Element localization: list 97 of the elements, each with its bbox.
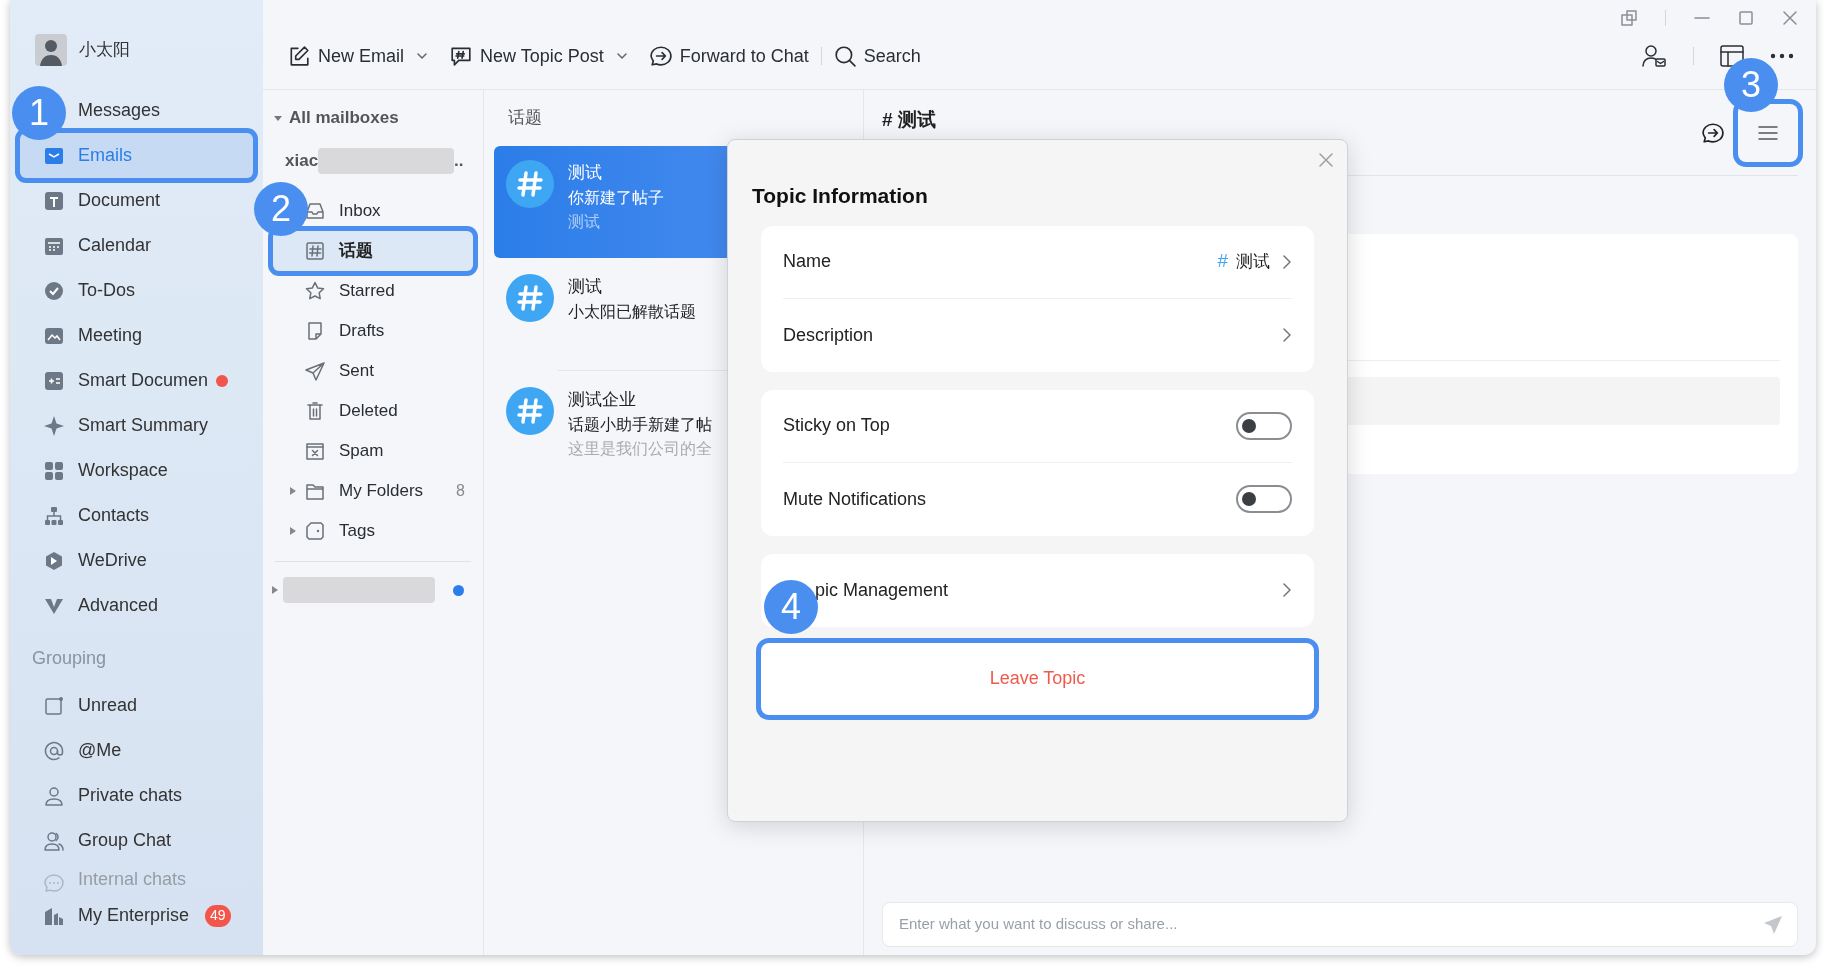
- section-title: All mailboxes: [289, 107, 399, 130]
- nav-item[interactable]: WeDrive: [20, 538, 253, 583]
- count-text: 8: [456, 481, 465, 501]
- folder-item[interactable]: Spam: [273, 431, 473, 471]
- contact-card-icon[interactable]: [1641, 44, 1667, 68]
- nav-item[interactable]: Private chats: [20, 773, 253, 818]
- section-label: Grouping: [31, 646, 108, 670]
- chat-title: # 测试: [882, 108, 936, 132]
- chat-bubble-icon: [44, 873, 64, 893]
- toolbar-button[interactable]: Search: [833, 42, 921, 70]
- toolbar-button[interactable]: New Email: [288, 42, 405, 70]
- folder-icon: [305, 481, 325, 501]
- at-sign-icon: [44, 740, 64, 761]
- ellipsis-text: ..: [454, 150, 464, 173]
- person-icon: [44, 785, 64, 806]
- close-icon[interactable]: [1782, 10, 1798, 26]
- topic-preview: 你新建了帖子: [568, 188, 664, 208]
- document-plus-icon: [44, 370, 64, 391]
- hash-avatar-icon: [506, 387, 554, 435]
- toggle-switch[interactable]: [1236, 485, 1292, 513]
- hash-avatar-icon: [506, 274, 554, 322]
- folder-item[interactable]: My Folders 8: [273, 471, 473, 511]
- forward-bubble-icon[interactable]: [1702, 121, 1724, 144]
- envelope-icon: [44, 145, 64, 166]
- chevron-button[interactable]: [1282, 328, 1292, 342]
- folder-item[interactable]: Starred: [273, 271, 473, 311]
- chevron-right-icon: [1282, 254, 1292, 269]
- column-title: 话题: [507, 107, 543, 130]
- nav-item[interactable]: Group Chat: [20, 818, 253, 863]
- row-value: 测试: [1236, 250, 1270, 273]
- spam-icon: [305, 441, 325, 461]
- sparkle-icon: [44, 415, 64, 436]
- menu-icon: [1758, 124, 1778, 141]
- topic-preview: 测试: [568, 212, 601, 232]
- topic-title: 测试: [568, 276, 603, 298]
- more-icon[interactable]: [1770, 53, 1794, 59]
- draft-icon: [305, 321, 325, 341]
- nav-item[interactable]: Document: [20, 178, 253, 223]
- row-label: Mute Notifications: [783, 487, 928, 511]
- calendar-icon: [44, 235, 64, 256]
- close-icon[interactable]: [1318, 152, 1334, 168]
- nav-item[interactable]: To-Dos: [20, 268, 253, 313]
- star-icon: [305, 281, 325, 301]
- search-icon: [833, 45, 856, 67]
- row-label: Description: [783, 323, 875, 347]
- buildings-icon: [44, 905, 64, 926]
- avatar-icon: [35, 34, 67, 66]
- chevron-button[interactable]: [1282, 254, 1292, 269]
- hash-avatar-icon: [506, 160, 554, 208]
- check-circle-icon: [44, 280, 64, 301]
- folder-item[interactable]: Tags: [273, 511, 473, 551]
- folder-item[interactable]: Sent: [273, 351, 473, 391]
- toolbar-button[interactable]: Forward to Chat: [649, 42, 809, 70]
- nav-item[interactable]: Calendar: [20, 223, 253, 268]
- forward-bubble-icon: [649, 45, 672, 67]
- nav-item[interactable]: Unread: [20, 683, 253, 728]
- trash-icon: [305, 401, 325, 421]
- nav-item[interactable]: @Me: [20, 728, 253, 773]
- send-icon: [305, 361, 325, 381]
- nav-item[interactable]: Advanced: [20, 583, 253, 628]
- folder-item[interactable]: Drafts: [273, 311, 473, 351]
- document-icon: [44, 190, 64, 211]
- pop-out-icon[interactable]: [1621, 10, 1637, 26]
- caret-icon: [271, 585, 279, 595]
- topic-preview: 这里是我们公司的全: [568, 439, 712, 459]
- toggle-switch[interactable]: [1236, 411, 1292, 440]
- chevron-right-icon: [1282, 328, 1292, 342]
- topic-preview: 小太阳已解散话题: [568, 302, 696, 322]
- nav-item[interactable]: Smart Summary: [20, 403, 253, 448]
- nav-item[interactable]: Smart Documen: [20, 358, 253, 403]
- tag-icon: [305, 521, 325, 541]
- image-icon: [44, 325, 64, 346]
- chevron-button[interactable]: [1282, 583, 1292, 597]
- nav-item[interactable]: Meeting: [20, 313, 253, 358]
- topic-preview: 话题小助手新建了帖: [568, 415, 712, 435]
- row-label: Sticky on Top: [783, 414, 891, 437]
- chevron-right-icon: [1282, 583, 1292, 597]
- hash-bubble-icon: [450, 45, 473, 67]
- grid-icon: [44, 460, 64, 481]
- compose-icon: [288, 45, 310, 67]
- topic-title: 测试企业: [568, 389, 637, 411]
- nav-item[interactable]: My Enterprise 49: [20, 893, 253, 938]
- account-name: xiac: [285, 150, 319, 173]
- hash-mark: #: [1217, 249, 1228, 274]
- people-icon: [44, 830, 64, 851]
- play-hexagon-icon: [44, 550, 64, 571]
- hash-box-icon: [305, 241, 325, 261]
- user-name: 小太阳: [79, 39, 130, 62]
- topic-title: 测试: [568, 162, 603, 184]
- unread-icon: [44, 695, 64, 716]
- toolbar-button[interactable]: New Topic Post: [450, 42, 604, 70]
- inbox-icon: [305, 201, 325, 221]
- nav-item[interactable]: Contacts: [20, 493, 253, 538]
- count-badge: 49: [205, 904, 231, 927]
- nav-item[interactable]: Workspace: [20, 448, 253, 493]
- org-chart-icon: [44, 505, 64, 526]
- folder-item[interactable]: Deleted: [273, 391, 473, 431]
